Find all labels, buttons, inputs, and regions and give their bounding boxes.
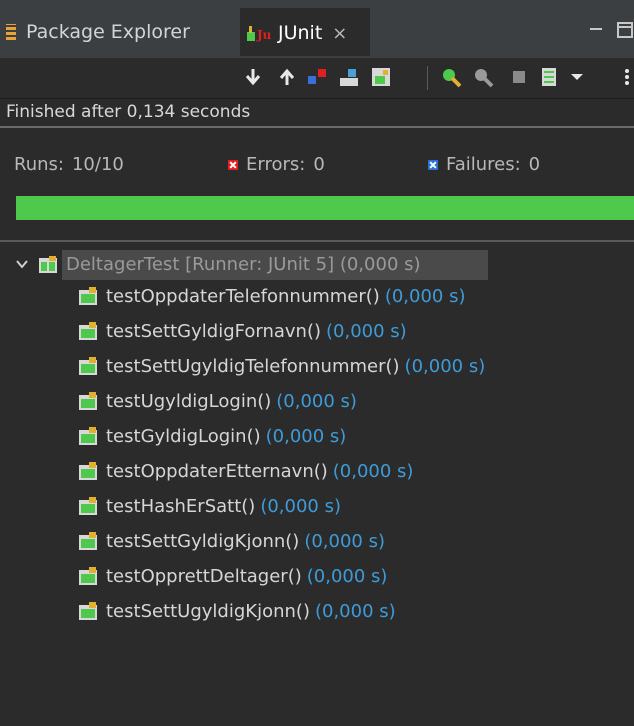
rerun-failed-first-icon[interactable]: [472, 66, 494, 88]
stop-test-run-icon[interactable]: [508, 66, 530, 88]
test-progress-fill: [16, 196, 634, 220]
close-tab-icon[interactable]: ×: [332, 23, 347, 44]
tree-root-label: DeltagerTest [Runner: JUnit 5] (0,000 s): [66, 253, 421, 275]
test-case-row[interactable]: testGyldigLogin() (0,000 s): [78, 422, 346, 450]
svg-text:Ju: Ju: [256, 28, 272, 42]
test-case-row[interactable]: testUgyldigLogin() (0,000 s): [78, 387, 357, 415]
test-passed-icon: [79, 392, 97, 410]
test-case-time: (0,000 s): [304, 530, 386, 552]
rerun-test-icon[interactable]: [440, 66, 462, 88]
test-case-row[interactable]: testOpprettDeltager() (0,000 s): [78, 562, 387, 590]
test-case-time: (0,000 s): [326, 320, 407, 342]
test-case-time: (0,000 s): [404, 355, 486, 377]
test-passed-icon: [79, 287, 97, 305]
test-passed-icon: [79, 602, 97, 620]
failure-icon: [428, 159, 438, 170]
test-case-time: (0,000 s): [260, 495, 341, 517]
show-skipped-tests-icon[interactable]: [338, 66, 360, 88]
chevron-down-icon[interactable]: [566, 66, 588, 88]
test-passed-icon: [79, 497, 97, 515]
failures-label: Failures:: [446, 154, 521, 175]
package-explorer-icon: [6, 24, 16, 40]
tab-junit[interactable]: Ju JUnit ×: [240, 8, 370, 56]
test-case-time: (0,000 s): [276, 390, 357, 412]
maximize-icon[interactable]: [617, 22, 633, 38]
test-passed-icon: [79, 462, 97, 480]
runs-label: Runs:: [14, 154, 64, 175]
test-case-name: testSettUgyldigTelefonnummer(): [106, 355, 400, 377]
status-divider: [0, 126, 634, 128]
tab-package-explorer-label: Package Explorer: [26, 21, 190, 43]
test-passed-icon: [79, 322, 97, 340]
view-menu-icon[interactable]: [616, 66, 634, 88]
test-case-time: (0,000 s): [332, 460, 414, 482]
test-case-row[interactable]: testHashErSatt() (0,000 s): [78, 492, 341, 520]
junit-toolbar: [0, 58, 634, 99]
test-case-row[interactable]: testOppdaterEtternavn() (0,000 s): [78, 457, 413, 485]
toolbar-separator: [427, 66, 428, 90]
test-case-name: testOppdaterEtternavn(): [106, 460, 328, 482]
test-case-name: testOpprettDeltager(): [106, 565, 302, 587]
test-case-row[interactable]: testOppdaterTelefonnummer() (0,000 s): [78, 282, 466, 310]
errors-label: Errors:: [246, 154, 306, 175]
test-counters: Runs: 10/10 Errors: 0 Failures: 0: [0, 154, 634, 180]
minimize-icon[interactable]: [590, 28, 602, 36]
view-tab-bar: Package Explorer Ju JUnit ×: [0, 0, 634, 58]
test-case-time: (0,000 s): [384, 285, 466, 307]
test-case-name: testOppdaterTelefonnummer(): [106, 285, 380, 307]
errors-counter: Errors: 0: [228, 154, 325, 175]
failures-counter: Failures: 0: [428, 154, 540, 175]
previous-failure-icon[interactable]: [276, 66, 298, 88]
next-failure-icon[interactable]: [242, 66, 264, 88]
tab-junit-label: JUnit: [278, 22, 323, 44]
test-case-row[interactable]: testSettGyldigFornavn() (0,000 s): [78, 317, 407, 345]
test-case-name: testSettGyldigFornavn(): [106, 320, 321, 342]
errors-value: 0: [313, 154, 325, 175]
tab-package-explorer[interactable]: Package Explorer: [6, 8, 190, 56]
scroll-lock-icon[interactable]: [370, 66, 392, 88]
test-passed-icon: [79, 532, 97, 550]
failures-value: 0: [528, 154, 541, 175]
test-case-time: (0,000 s): [265, 425, 347, 447]
runs-counter: Runs: 10/10: [14, 154, 124, 175]
test-case-name: testHashErSatt(): [106, 495, 256, 517]
show-failures-only-icon[interactable]: [306, 66, 328, 88]
test-case-row[interactable]: testSettUgyldigKjonn() (0,000 s): [78, 597, 396, 625]
test-run-history-icon[interactable]: [538, 66, 560, 88]
error-icon: [228, 159, 238, 170]
runs-value: 10/10: [71, 154, 124, 175]
test-case-row[interactable]: testSettGyldigKjonn() (0,000 s): [78, 527, 385, 555]
test-progress-bar: [16, 196, 634, 220]
run-status-text: Finished after 0,134 seconds: [6, 102, 251, 122]
test-case-name: testSettUgyldigKjonn(): [106, 600, 310, 622]
test-passed-icon: [79, 427, 97, 445]
test-case-name: testGyldigLogin(): [106, 425, 261, 447]
test-case-time: (0,000 s): [314, 600, 396, 622]
test-suite-icon: [39, 256, 57, 273]
tree-divider: [0, 240, 634, 242]
test-case-time: (0,000 s): [306, 565, 388, 587]
test-case-name: testUgyldigLogin(): [106, 390, 272, 412]
test-case-name: testSettGyldigKjonn(): [106, 530, 300, 552]
test-passed-icon: [79, 357, 97, 375]
tree-root-deltager-test[interactable]: DeltagerTest [Runner: JUnit 5] (0,000 s): [16, 250, 421, 278]
test-passed-icon: [79, 567, 97, 585]
junit-icon: Ju: [246, 24, 272, 42]
test-case-row[interactable]: testSettUgyldigTelefonnummer() (0,000 s): [78, 352, 485, 380]
chevron-down-icon[interactable]: [16, 258, 28, 270]
